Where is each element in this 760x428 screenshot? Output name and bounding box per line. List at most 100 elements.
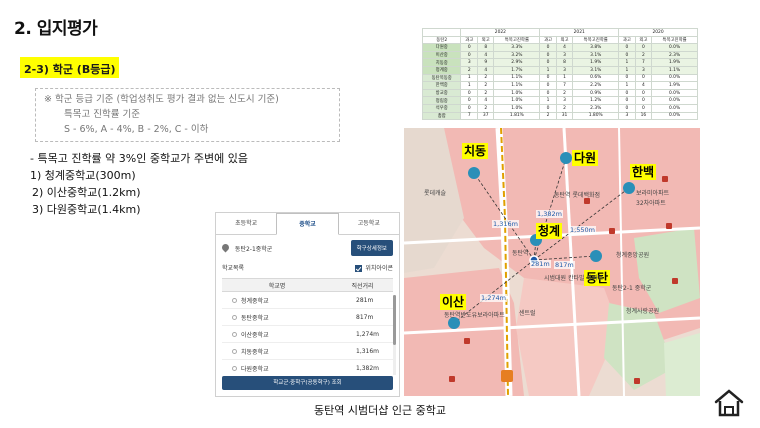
tab-high[interactable]: 고등학교 <box>339 213 399 234</box>
location-label: 동탄2-1중학군 <box>220 242 272 253</box>
list-scrollbar[interactable] <box>393 295 396 375</box>
table-cell: 2.3% <box>572 103 620 113</box>
school-name: 동탄중학교 <box>241 314 269 322</box>
location-icon-toggle[interactable]: 위치아이콘 <box>355 263 393 272</box>
table-cell: 0 <box>634 73 653 83</box>
table-cell: 0 <box>460 43 478 52</box>
table-row: 동탄목동중 1 2 1.1% 0 1 0.6% 0 0 0.0% <box>421 73 698 83</box>
route-shield-icon <box>501 370 513 382</box>
column-distance: 직선거리 <box>351 282 374 290</box>
location-row: 동탄2-1중학군 학구상세정보 <box>216 235 399 261</box>
map-place-text: 롯데캐슬 <box>424 190 447 197</box>
school-marker-icon <box>468 167 480 179</box>
column-header: 외고 <box>476 35 495 45</box>
map-place-text: 동탄역반도유보라아파트 <box>444 312 505 319</box>
school-icon <box>232 365 237 371</box>
table-cell: 2 <box>476 81 495 90</box>
table-cell: 0 <box>618 88 636 98</box>
distance-label: 1,274m <box>480 294 507 302</box>
map-caption: 동탄역 시범더샵 인근 중학교 <box>314 404 446 417</box>
table-cell: 1.2% <box>572 96 620 105</box>
table-cell: 4 <box>476 96 495 105</box>
school-distance: 817m <box>356 313 374 321</box>
scrollbar-thumb[interactable] <box>393 295 396 345</box>
table-cell: 2 <box>539 111 557 121</box>
column-header: 과고 <box>618 35 636 45</box>
school-name-cell: 치동중 <box>421 58 462 67</box>
table-cell: 3 <box>634 65 653 75</box>
year-header: 2022 <box>460 28 541 37</box>
criteria-grades: S - 6%, A - 4%, B - 2%, C - 이하 <box>64 124 209 135</box>
criteria-basis: 특목고 진학률 기준 <box>64 109 140 120</box>
school-name-cell: 청계중 <box>421 65 462 75</box>
table-body: 다원중 0 8 3.3% 0 4 3.8% 0 0 0.0% 이산중 0 4 3.2% 0 3 3.1% 0 2 2.… <box>421 43 698 121</box>
table-cell: 0 <box>539 103 557 113</box>
school-name: 이산중학교 <box>241 331 269 339</box>
table-cell: 3.3% <box>493 43 541 52</box>
table-cell: 4 <box>476 65 495 75</box>
park-area <box>664 333 700 396</box>
table-corner <box>421 28 462 37</box>
table-cell: 1.0% <box>493 88 541 98</box>
table-row: 치동중 3 9 2.9% 0 8 1.9% 1 7 1.9% <box>421 58 698 67</box>
school-name-cell: 동탄목동중 <box>421 73 462 83</box>
table-row: 총합 7 37 1.81% 2 31 1.80% 3 16 0.0% <box>421 111 698 121</box>
map-place-text: 청계중앙공원 <box>616 252 650 259</box>
list-item[interactable]: 치동중학교 1,316m <box>222 343 393 360</box>
list-item[interactable]: 다원중학교 1,382m <box>222 360 393 377</box>
table-cell: 0 <box>634 43 653 52</box>
list-item[interactable]: 이산중학교 1,274m <box>222 326 393 343</box>
table-cell: 1.9% <box>572 58 620 67</box>
column-header: 외고 <box>555 35 574 45</box>
table-cell: 0 <box>460 103 478 113</box>
school-search-panel: 초등학교 중학교 고등학교 동탄2-1중학군 학구상세정보 학교목록 위치아이콘… <box>215 212 400 397</box>
school-map[interactable]: 치동 다원 한백 청계 동탄 이산 1,316m 1,382m 1,550m 2… <box>404 128 700 396</box>
table-cell: 1.7% <box>493 65 541 75</box>
table-cell: 2 <box>555 103 574 113</box>
year-header: 2021 <box>539 28 620 37</box>
year-header-row: 2022 2021 2020 <box>421 28 698 37</box>
distance-label: 1,382m <box>536 210 563 218</box>
table-cell: 1 <box>539 96 557 105</box>
table-cell: 1 <box>539 65 557 75</box>
detail-info-button[interactable]: 학구상세정보 <box>350 240 393 256</box>
tab-elementary[interactable]: 초등학교 <box>216 213 276 234</box>
table-cell: 2 <box>476 103 495 113</box>
house-logo-icon <box>714 389 744 417</box>
table-row: 석우중 0 2 1.0% 0 2 2.3% 0 0 0.0% <box>421 103 698 113</box>
list-label: 학교목록 <box>222 265 245 272</box>
table-cell: 0 <box>618 50 636 60</box>
page-title: 2. 입지평가 <box>14 19 98 39</box>
location-icon-checkbox[interactable] <box>355 265 363 272</box>
school-district-search-button[interactable]: 학교군·중학구(공동학구) 조회 <box>222 376 393 390</box>
list-item[interactable]: 청계중학교 281m <box>222 292 393 309</box>
school-icon <box>232 348 237 354</box>
criteria-note: ※ 학군 등급 기준 (학업성취도 평가 결과 없는 신도시 기준) <box>44 94 279 105</box>
summary-bullets: - 특목고 진학률 약 3%인 중학교가 주변에 있음 1) 청계중학교(300… <box>30 150 248 218</box>
table-cell: 0 <box>634 96 653 105</box>
column-header-row: 동탄2 과고 외고 특목고진학률 과고 외고 특목고진학률 과고 외고 특목고진학률 <box>421 35 698 45</box>
list-item[interactable]: 동탄중학교 817m <box>222 309 393 326</box>
table-row: 방교중 0 2 1.0% 0 2 0.9% 0 0 0.0% <box>421 88 698 98</box>
table-cell: 3 <box>555 96 574 105</box>
school-distance: 1,382m <box>356 364 380 372</box>
table-cell: 0 <box>460 96 478 105</box>
table-cell: 31 <box>555 111 574 121</box>
map-place-text: 보라미아파트 <box>636 190 670 197</box>
table-cell: 1.1% <box>493 73 541 83</box>
table-cell: 9 <box>476 58 495 67</box>
table-cell: 1.1% <box>493 81 541 90</box>
table-cell: 0 <box>539 58 557 67</box>
school-distance: 1,316m <box>356 347 380 355</box>
table-cell: 1.9% <box>651 58 698 67</box>
table-cell: 7 <box>634 58 653 67</box>
table-cell: 3 <box>460 58 478 67</box>
tab-middle[interactable]: 중학교 <box>276 213 339 235</box>
school-name-cell: 방교중 <box>421 88 462 98</box>
table-cell: 2 <box>476 73 495 83</box>
school-icon <box>232 331 237 337</box>
table-cell: 0.0% <box>651 111 698 121</box>
table-cell: 4 <box>634 81 653 90</box>
residential-zone <box>516 278 619 396</box>
map-label-hanbaek: 한백 <box>630 164 657 180</box>
